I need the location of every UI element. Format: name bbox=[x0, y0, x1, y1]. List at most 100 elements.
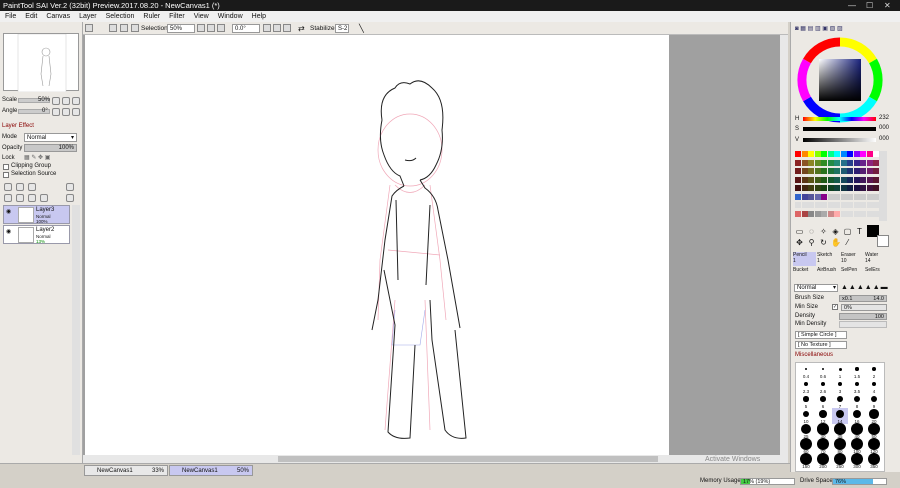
brush-size-dot[interactable] bbox=[837, 381, 843, 387]
color-swatch[interactable] bbox=[866, 168, 873, 174]
color-swatch[interactable] bbox=[866, 210, 873, 217]
color-mode-tabs[interactable]: ◙ ▦ ▤ ▥ ▣ ▧ ▨ bbox=[795, 25, 843, 32]
brush-size-slider[interactable]: x0.1 14.0 bbox=[839, 295, 887, 302]
brush-size-dot[interactable] bbox=[852, 409, 862, 419]
color-swatch[interactable] bbox=[801, 202, 808, 208]
visibility-eye-icon[interactable]: ◉ bbox=[6, 229, 14, 235]
layer-list-scrollbar[interactable] bbox=[72, 205, 80, 455]
color-swatch[interactable] bbox=[814, 176, 821, 183]
brush-size-dot[interactable] bbox=[854, 381, 860, 387]
brush-size-dot[interactable] bbox=[836, 410, 844, 418]
color-swatch[interactable] bbox=[814, 159, 821, 166]
brush-size-dot[interactable] bbox=[837, 396, 843, 402]
color-swatch[interactable] bbox=[808, 159, 814, 166]
color-swatch[interactable] bbox=[821, 185, 827, 191]
menu-help[interactable]: Help bbox=[248, 11, 270, 22]
color-swatch[interactable] bbox=[808, 151, 814, 157]
color-swatch[interactable] bbox=[847, 202, 853, 208]
magic-wand-icon[interactable]: ✧ bbox=[819, 227, 828, 236]
brush-texture-select[interactable]: [ No Texture ] bbox=[795, 341, 847, 349]
color-swatch[interactable] bbox=[847, 210, 853, 217]
brush-size-dot[interactable] bbox=[819, 410, 827, 418]
zoom-out-button[interactable] bbox=[52, 97, 60, 105]
transfer-down-icon[interactable] bbox=[4, 194, 12, 202]
menu-edit[interactable]: Edit bbox=[21, 11, 41, 22]
visibility-eye-icon[interactable]: ◉ bbox=[6, 209, 14, 215]
brush-shape-select[interactable]: [ Simple Circle ] bbox=[795, 331, 847, 339]
rotate-reset-button[interactable] bbox=[283, 24, 291, 32]
color-swatch[interactable] bbox=[834, 193, 840, 200]
selection-rect-icon[interactable]: ▭ bbox=[795, 227, 804, 236]
color-swatch[interactable] bbox=[860, 159, 866, 166]
brush-size-dot[interactable] bbox=[855, 367, 859, 371]
color-swatch[interactable] bbox=[808, 210, 814, 217]
color-swatch[interactable] bbox=[814, 168, 821, 174]
brush-shape-buttons[interactable]: ▲▲▲▲▲▬ bbox=[841, 284, 889, 291]
color-swatch[interactable] bbox=[834, 176, 840, 183]
flip-icon[interactable]: ⇄ bbox=[298, 22, 305, 35]
color-swatch[interactable] bbox=[866, 151, 873, 157]
color-swatch[interactable] bbox=[847, 151, 853, 157]
color-swatch[interactable] bbox=[840, 176, 847, 183]
color-swatch[interactable] bbox=[821, 168, 827, 174]
color-swatch[interactable] bbox=[821, 210, 827, 217]
line-tool-icon[interactable]: ╲ bbox=[359, 22, 364, 35]
layer-item-layer3[interactable]: ◉ Layer3 Normal 100% bbox=[3, 205, 70, 224]
color-swatch[interactable] bbox=[801, 176, 808, 183]
color-swatch[interactable] bbox=[827, 202, 834, 208]
color-swatch[interactable] bbox=[834, 151, 840, 157]
color-swatch[interactable] bbox=[847, 159, 853, 166]
brush-tool-pencil[interactable]: Pencil 1 bbox=[793, 252, 816, 266]
color-swatch[interactable] bbox=[840, 185, 847, 191]
blend-mode-select[interactable]: Normal ▾ bbox=[24, 133, 77, 142]
color-swatch[interactable] bbox=[847, 185, 853, 191]
menu-layer[interactable]: Layer bbox=[75, 11, 101, 22]
zoom-out-button[interactable] bbox=[197, 24, 205, 32]
color-swatch[interactable] bbox=[840, 202, 847, 208]
zoom-icon[interactable]: ⚲ bbox=[807, 238, 816, 247]
color-swatch[interactable] bbox=[827, 151, 834, 157]
menu-window[interactable]: Window bbox=[214, 11, 247, 22]
maximize-button[interactable]: ☐ bbox=[866, 0, 873, 11]
brush-size-dot[interactable] bbox=[804, 367, 808, 371]
color-swatch[interactable] bbox=[827, 210, 834, 217]
density-slider[interactable]: 100 bbox=[839, 313, 887, 320]
brush-size-dot[interactable] bbox=[872, 367, 876, 371]
horizontal-scrollbar[interactable] bbox=[83, 455, 788, 463]
color-swatch[interactable] bbox=[847, 168, 853, 174]
menu-ruler[interactable]: Ruler bbox=[139, 11, 164, 22]
navigator-preview[interactable] bbox=[3, 33, 79, 93]
color-swatch[interactable] bbox=[840, 159, 847, 166]
apply-mask-icon[interactable] bbox=[66, 194, 74, 202]
color-swatch[interactable] bbox=[808, 176, 814, 183]
shape-icon[interactable]: ▢ bbox=[843, 227, 852, 236]
eyedropper-icon[interactable]: ⁄ bbox=[843, 238, 852, 247]
swatch-scrollbar[interactable] bbox=[879, 151, 887, 221]
color-swatch[interactable] bbox=[814, 202, 821, 208]
zoom-reset-button[interactable] bbox=[217, 24, 225, 32]
color-swatch[interactable] bbox=[801, 159, 808, 166]
menu-canvas[interactable]: Canvas bbox=[42, 11, 74, 22]
move-icon[interactable]: ✥ bbox=[795, 238, 804, 247]
hue-slider[interactable] bbox=[803, 117, 876, 121]
brush-size-dot[interactable] bbox=[820, 381, 826, 387]
zoom-in-button[interactable] bbox=[207, 24, 215, 32]
color-swatch[interactable] bbox=[834, 185, 840, 191]
brush-size-dot[interactable] bbox=[800, 423, 812, 435]
color-swatch[interactable] bbox=[795, 193, 801, 200]
text-tool-icon[interactable]: T bbox=[855, 227, 864, 236]
layer-mask-icon[interactable] bbox=[66, 183, 74, 191]
rotate-reset-button[interactable] bbox=[72, 108, 80, 116]
brush-tool-water[interactable]: Water 14 bbox=[865, 252, 888, 266]
zoom-field[interactable]: 50% bbox=[167, 24, 195, 33]
color-swatch[interactable] bbox=[808, 185, 814, 191]
menu-file[interactable]: File bbox=[1, 11, 20, 22]
brush-tool-eraser[interactable]: Eraser 10 bbox=[841, 252, 864, 266]
min-density-slider[interactable] bbox=[839, 321, 887, 328]
lasso-icon[interactable]: ◌ bbox=[807, 227, 816, 236]
layer-item-layer2[interactable]: ◉ Layer2 Normal 13% bbox=[3, 225, 70, 244]
color-swatch[interactable] bbox=[808, 193, 814, 200]
delete-layer-icon[interactable] bbox=[40, 194, 48, 202]
merge-down-icon[interactable] bbox=[16, 194, 24, 202]
clear-layer-icon[interactable] bbox=[28, 194, 36, 202]
